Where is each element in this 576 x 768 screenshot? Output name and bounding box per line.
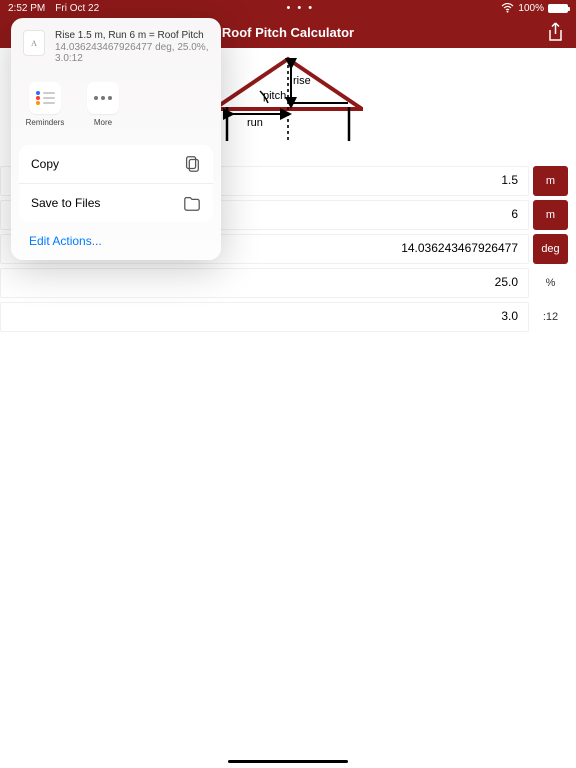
- share-preview-line1: Rise 1.5 m, Run 6 m = Roof Pitch: [55, 30, 209, 41]
- ratio-unit-label: :12: [533, 302, 568, 332]
- action-reminders[interactable]: Reminders: [23, 82, 67, 127]
- share-sheet: A Rise 1.5 m, Run 6 m = Roof Pitch 14.03…: [11, 18, 221, 260]
- status-time: 2:52 PM: [8, 3, 45, 14]
- row-percent: 25.0 %: [0, 268, 568, 298]
- folder-icon: [183, 194, 201, 212]
- status-bar: 2:52 PM Fri Oct 22 • • • 100%: [0, 0, 576, 16]
- copy-icon: [183, 155, 201, 173]
- action-more[interactable]: More: [81, 82, 125, 127]
- share-preview-line2: 14.036243467926477 deg, 25.0%, 3.0:12: [55, 42, 209, 64]
- action-more-label: More: [94, 118, 112, 127]
- battery-percent: 100%: [518, 3, 544, 14]
- text-file-icon: A: [23, 30, 45, 56]
- percent-unit-label: %: [533, 268, 568, 298]
- save-to-files-button[interactable]: Save to Files: [19, 183, 213, 222]
- copy-label: Copy: [31, 157, 59, 171]
- reminders-icon: [29, 82, 61, 114]
- ratio-value: 3.0: [0, 302, 529, 332]
- action-reminders-label: Reminders: [26, 118, 65, 127]
- diagram-label-pitch: pitch: [263, 90, 286, 102]
- run-unit-button[interactable]: m: [533, 200, 568, 230]
- status-date: Fri Oct 22: [55, 3, 99, 14]
- save-to-files-label: Save to Files: [31, 196, 100, 210]
- share-icon: [547, 22, 564, 42]
- status-dots: • • •: [99, 2, 501, 14]
- share-menu: Copy Save to Files: [19, 145, 213, 222]
- wifi-icon: [501, 3, 514, 13]
- page-title: Roof Pitch Calculator: [222, 25, 354, 40]
- angle-unit-button[interactable]: deg: [533, 234, 568, 264]
- more-icon: [87, 82, 119, 114]
- battery-icon: [548, 4, 568, 13]
- home-indicator[interactable]: [228, 760, 348, 763]
- diagram-label-run: run: [247, 117, 263, 129]
- share-preview: A Rise 1.5 m, Run 6 m = Roof Pitch 14.03…: [11, 18, 221, 82]
- rise-unit-button[interactable]: m: [533, 166, 568, 196]
- row-ratio: 3.0 :12: [0, 302, 568, 332]
- percent-value: 25.0: [0, 268, 529, 298]
- diagram-label-rise: rise: [293, 75, 311, 87]
- edit-actions-button[interactable]: Edit Actions...: [11, 222, 221, 252]
- share-button[interactable]: [547, 22, 564, 47]
- copy-button[interactable]: Copy: [19, 145, 213, 183]
